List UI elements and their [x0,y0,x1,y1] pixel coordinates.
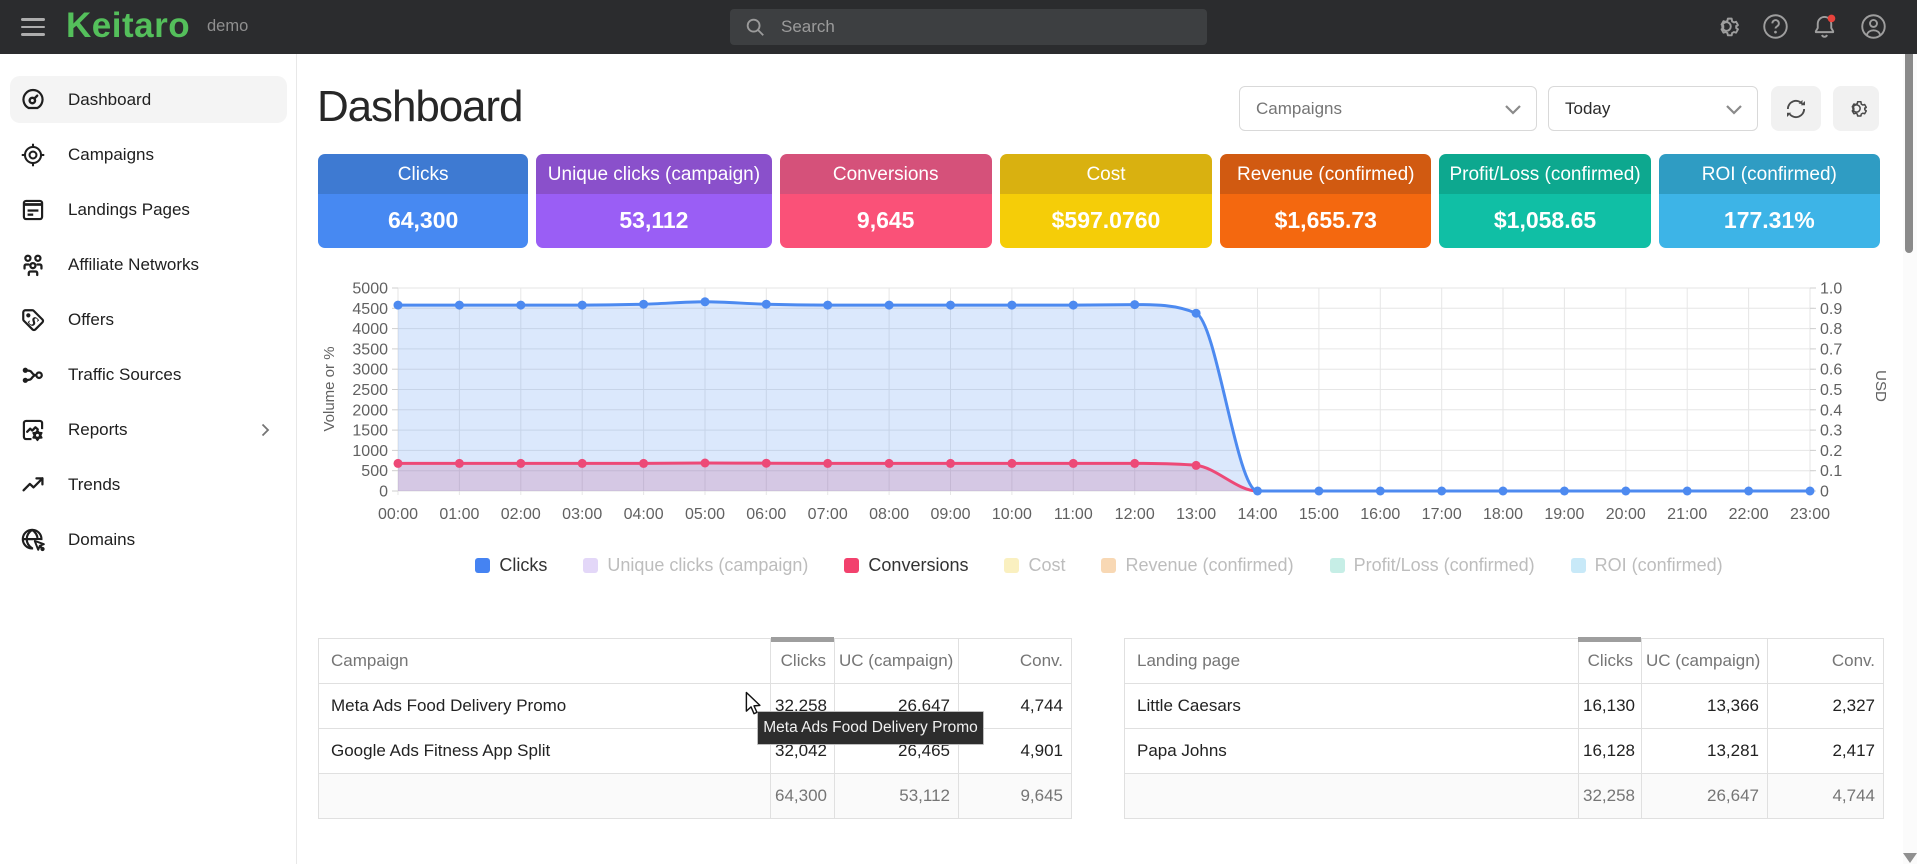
svg-text:1500: 1500 [352,423,388,440]
svg-text:500: 500 [361,463,388,480]
svg-text:04:00: 04:00 [624,506,664,523]
svg-text:07:00: 07:00 [808,506,848,523]
svg-text:5000: 5000 [352,281,388,298]
svg-text:USD: USD [1872,370,1889,402]
svg-text:0.2: 0.2 [1820,443,1842,460]
svg-text:01:00: 01:00 [439,506,479,523]
svg-text:1000: 1000 [352,443,388,460]
svg-text:06:00: 06:00 [746,506,786,523]
svg-text:21:00: 21:00 [1667,506,1707,523]
svg-text:0.3: 0.3 [1820,423,1842,440]
svg-text:14:00: 14:00 [1237,506,1277,523]
svg-text:00:00: 00:00 [378,506,418,523]
svg-text:4500: 4500 [352,301,388,318]
svg-text:0.9: 0.9 [1820,301,1842,318]
svg-text:0.7: 0.7 [1820,341,1842,358]
svg-text:11:00: 11:00 [1054,506,1093,523]
svg-text:0.1: 0.1 [1820,463,1842,480]
svg-text:3000: 3000 [352,362,388,379]
svg-text:05:00: 05:00 [685,506,725,523]
svg-text:2500: 2500 [352,382,388,399]
svg-text:0.6: 0.6 [1820,362,1842,379]
svg-text:08:00: 08:00 [869,506,909,523]
svg-text:22:00: 22:00 [1729,506,1769,523]
svg-text:09:00: 09:00 [930,506,970,523]
svg-text:0.4: 0.4 [1820,402,1842,419]
svg-text:02:00: 02:00 [501,506,541,523]
svg-text:4000: 4000 [352,321,388,338]
svg-text:0: 0 [379,484,388,501]
svg-text:0.5: 0.5 [1820,382,1842,399]
svg-text:20:00: 20:00 [1606,506,1646,523]
svg-text:2000: 2000 [352,402,388,419]
svg-text:12:00: 12:00 [1115,506,1155,523]
svg-text:1.0: 1.0 [1820,281,1842,298]
svg-text:10:00: 10:00 [992,506,1032,523]
svg-text:15:00: 15:00 [1299,506,1339,523]
svg-text:Volume or %: Volume or % [321,346,338,431]
svg-text:23:00: 23:00 [1790,506,1830,523]
svg-text:18:00: 18:00 [1483,506,1523,523]
svg-text:17:00: 17:00 [1422,506,1462,523]
svg-text:19:00: 19:00 [1544,506,1584,523]
svg-text:03:00: 03:00 [562,506,602,523]
svg-text:0.8: 0.8 [1820,321,1842,338]
svg-text:3500: 3500 [352,341,388,358]
svg-text:16:00: 16:00 [1360,506,1400,523]
svg-text:13:00: 13:00 [1176,506,1216,523]
svg-text:0: 0 [1820,484,1829,501]
